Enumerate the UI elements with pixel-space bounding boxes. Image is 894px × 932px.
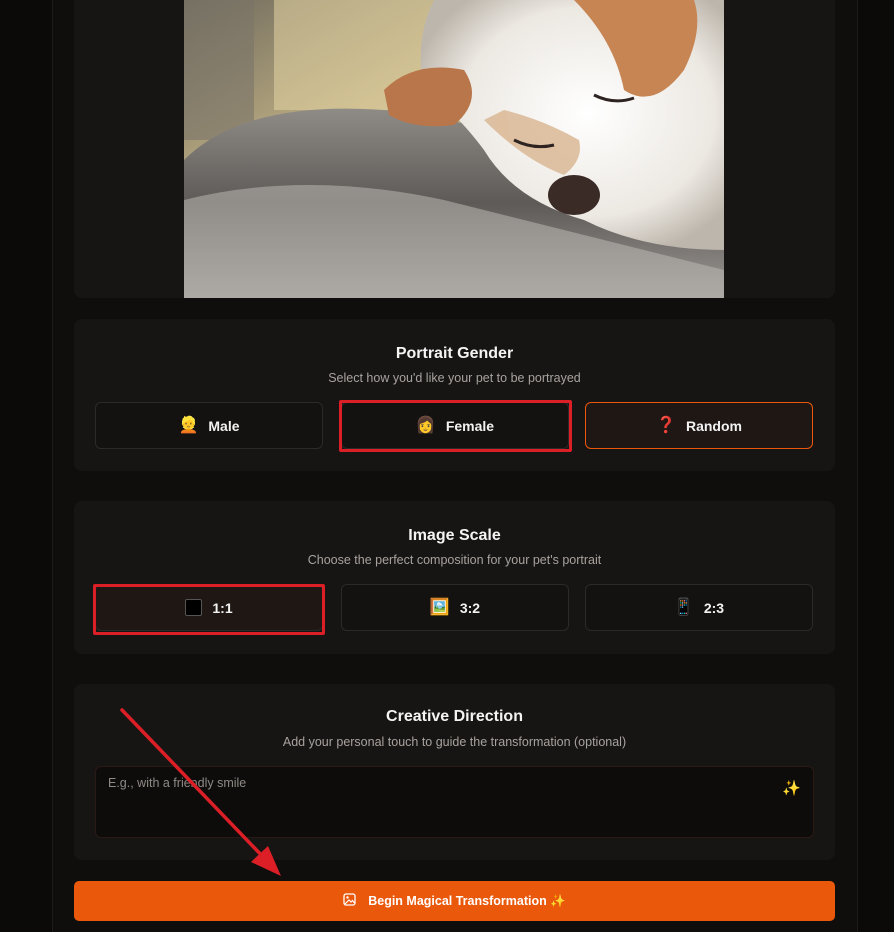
- landscape-picture-icon: 🖼️: [429, 598, 450, 616]
- scale-option-3-2[interactable]: 🖼️ 3:2: [341, 584, 569, 631]
- image-scale-subtitle: Choose the perfect composition for your …: [307, 553, 602, 567]
- uploaded-pet-photo: [184, 0, 724, 298]
- scale-option-label: 2:3: [703, 599, 725, 616]
- begin-transformation-button[interactable]: Begin Magical Transformation ✨: [74, 881, 835, 921]
- square-icon: [185, 599, 203, 616]
- gender-option-male[interactable]: 👱 Male: [95, 402, 323, 449]
- phone-portrait-icon: 📱: [673, 598, 694, 616]
- portrait-gender-subtitle: Select how you'd like your pet to be por…: [328, 371, 581, 385]
- scale-option-2-3[interactable]: 📱 2:3: [585, 584, 813, 631]
- creative-direction-subtitle: Add your personal touch to guide the tra…: [282, 735, 627, 749]
- creative-direction-placeholder: E.g., with a friendly smile: [108, 776, 247, 790]
- gender-option-label: Random: [685, 417, 742, 434]
- scale-option-label: 3:2: [459, 599, 481, 616]
- gender-option-random[interactable]: ❓ Random: [585, 402, 813, 449]
- scale-option-1-1[interactable]: 1:1: [95, 584, 323, 631]
- scale-option-label: 1:1: [212, 599, 233, 616]
- image-scale-title: Image Scale: [408, 527, 501, 544]
- begin-transformation-label: Begin Magical Transformation ✨: [368, 893, 566, 908]
- man-emoji-icon: 👱: [178, 416, 199, 434]
- gender-option-label: Male: [208, 417, 240, 434]
- gender-option-label: Female: [445, 417, 495, 434]
- question-mark-icon: ❓: [656, 416, 676, 434]
- creative-direction-input[interactable]: E.g., with a friendly smile ✨: [95, 766, 814, 838]
- woman-emoji-icon: 👩: [415, 416, 436, 434]
- creative-direction-title: Creative Direction: [386, 708, 523, 725]
- image-icon: [343, 893, 356, 909]
- gender-option-female[interactable]: 👩 Female: [341, 402, 569, 449]
- sparkle-icon: ✨: [782, 780, 801, 797]
- image-scale-card: Image Scale Choose the perfect compositi…: [74, 501, 835, 654]
- portrait-gender-title: Portrait Gender: [395, 345, 514, 362]
